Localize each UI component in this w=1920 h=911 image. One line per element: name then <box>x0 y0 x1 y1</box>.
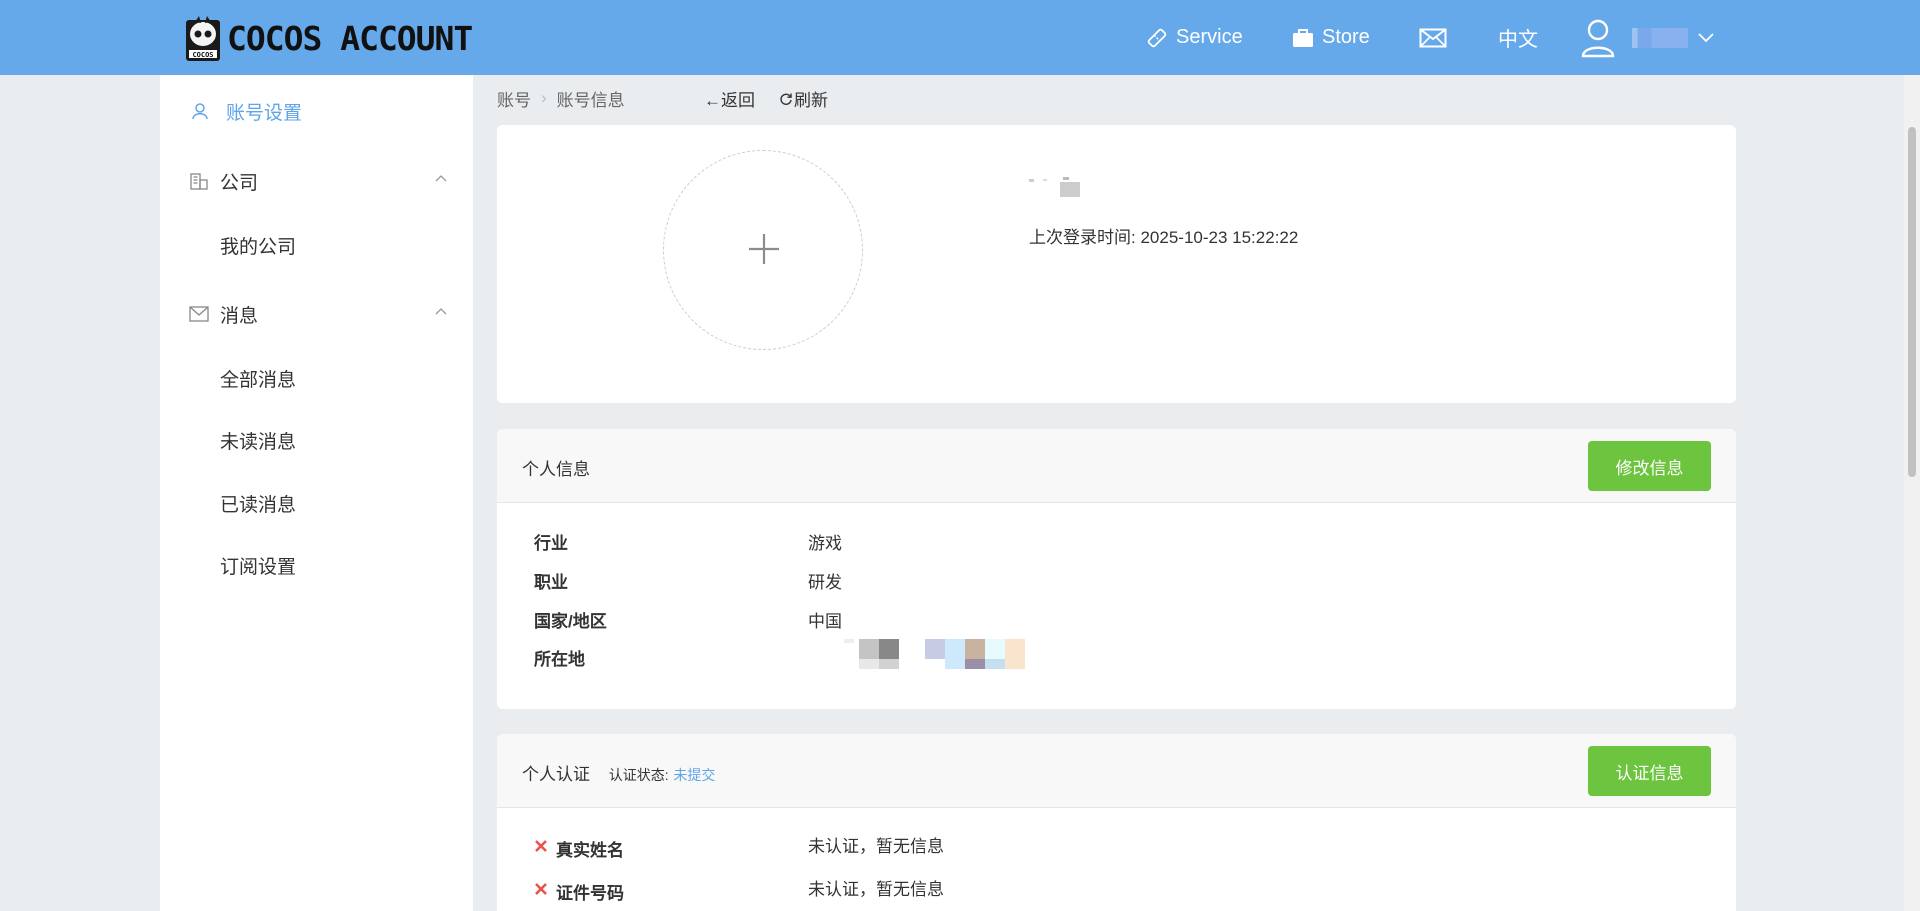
profile-card: 上次登录时间: 2025-10-23 15:22:22 <box>497 125 1736 403</box>
info-key: 真实姓名 <box>556 841 624 860</box>
language-label: 中文 <box>1498 29 1538 51</box>
verification-status-label: 认证状态: <box>608 767 669 783</box>
sidebar-item-subscription-settings[interactable]: 订阅设置 <box>160 545 473 585</box>
sidebar-group-messages[interactable]: 消息 <box>160 294 473 334</box>
verification-status-value: 未提交 <box>673 767 716 783</box>
info-row-occupation: 职业 研发 <box>534 568 1434 598</box>
cross-icon <box>535 883 547 895</box>
sidebar-item-label: 已读消息 <box>220 494 297 516</box>
card-header: 个人认证 认证状态: 未提交 认证信息 <box>497 734 1736 808</box>
chevron-up-icon <box>435 175 447 182</box>
sidebar-item-my-company[interactable]: 我的公司 <box>160 225 473 265</box>
info-value: 中国 <box>808 612 842 631</box>
mail-icon <box>189 306 209 322</box>
last-login-value: 2025-10-23 15:22:22 <box>1140 228 1299 247</box>
briefcase-icon <box>1293 28 1313 47</box>
breadcrumb-actions: ←返回 刷新 <box>704 86 876 111</box>
sidebar-item-read-messages[interactable]: 已读消息 <box>160 483 473 523</box>
verify-row-id-number: 证件号码 未认证，暂无信息 <box>534 879 1434 909</box>
sidebar-item-label: 订阅设置 <box>220 556 297 578</box>
info-value: 未认证，暂无信息 <box>808 880 944 899</box>
page-scrollbar[interactable] <box>1904 75 1920 911</box>
card-title: 个人信息 <box>522 460 590 479</box>
info-value: 未认证，暂无信息 <box>808 837 944 856</box>
ticket-icon <box>1147 28 1167 47</box>
cocos-logo-icon: COCOS <box>186 16 220 61</box>
nav-store-label: Store <box>1322 26 1370 48</box>
edit-info-button[interactable]: 修改信息 <box>1588 441 1711 491</box>
building-icon <box>190 173 208 190</box>
card-title: 个人认证 <box>522 765 590 784</box>
username-redacted <box>1632 27 1688 48</box>
card-header: 个人信息 修改信息 <box>497 429 1736 503</box>
verify-row-real-name: 真实姓名 未认证，暂无信息 <box>534 836 1434 866</box>
breadcrumb-item-account[interactable]: 账号 <box>497 86 531 111</box>
sidebar-item-all-messages[interactable]: 全部消息 <box>160 358 473 398</box>
sidebar-item-account-settings[interactable]: 账号设置 <box>160 91 473 131</box>
breadcrumb-item-account-info: 账号信息 <box>556 90 625 110</box>
info-row-country: 国家/地区 中国 <box>534 607 1434 637</box>
personal-info-card: 个人信息 修改信息 行业 游戏 职业 研发 国家/地区 中国 所在地 <box>497 429 1736 709</box>
info-key: 证件号码 <box>556 884 624 903</box>
info-value: 研发 <box>808 573 842 592</box>
refresh-label: 刷新 <box>794 91 828 110</box>
last-login-time: 上次登录时间: 2025-10-23 15:22:22 <box>1029 223 1298 248</box>
back-button[interactable]: ←返回 <box>704 86 755 111</box>
chevron-down-icon <box>1698 32 1714 42</box>
mail-icon <box>1419 28 1447 47</box>
sidebar: 账号设置 公司 我的公司 消息 全部消息 未读消息 已读消息 订阅设置 <box>160 75 473 911</box>
cross-icon <box>535 840 547 852</box>
avatar-upload[interactable] <box>663 150 863 350</box>
info-value: 游戏 <box>808 534 842 553</box>
info-key: 国家/地区 <box>534 612 607 631</box>
user-avatar-icon <box>1581 19 1615 57</box>
scrollbar-thumb[interactable] <box>1908 127 1916 477</box>
location-redacted <box>844 639 1034 669</box>
nav-service[interactable]: Service <box>1146 0 1243 75</box>
sidebar-group-label: 公司 <box>220 172 259 194</box>
card-title-group: 个人认证 认证状态: 未提交 <box>522 760 715 785</box>
nav-store[interactable]: Store <box>1292 0 1370 75</box>
username-redacted <box>1029 177 1089 197</box>
info-row-industry: 行业 游戏 <box>534 529 1434 559</box>
brand[interactable]: COCOS COCOS ACCOUNT <box>185 14 473 62</box>
chevron-up-icon <box>435 308 447 315</box>
sidebar-group-company[interactable]: 公司 <box>160 161 473 201</box>
info-key: 职业 <box>534 573 568 592</box>
user-menu[interactable] <box>1580 0 1714 75</box>
info-key: 行业 <box>534 534 568 553</box>
sidebar-item-label: 未读消息 <box>220 431 297 453</box>
brand-title: COCOS ACCOUNT <box>227 18 473 58</box>
sidebar-item-label: 账号设置 <box>226 102 303 124</box>
verification-card: 个人认证 认证状态: 未提交 认证信息 真实姓名 未认证，暂无信息 证件号码 未… <box>497 734 1736 911</box>
info-row-location: 所在地 <box>534 639 1434 675</box>
language-switch[interactable]: 中文 <box>1498 0 1538 75</box>
top-bar: COCOS COCOS ACCOUNT Service Store 中文 <box>0 0 1920 75</box>
nav-mail[interactable] <box>1419 0 1447 75</box>
breadcrumb: 账号 › 账号信息 <box>497 84 625 112</box>
verify-info-button[interactable]: 认证信息 <box>1588 746 1711 796</box>
refresh-button[interactable]: 刷新 <box>779 86 852 111</box>
breadcrumb-separator-icon: › <box>541 88 547 107</box>
last-login-label: 上次登录时间: <box>1029 228 1136 247</box>
plus-icon <box>749 234 779 264</box>
nav-service-label: Service <box>1176 26 1243 48</box>
sidebar-item-label: 我的公司 <box>220 236 297 258</box>
refresh-icon <box>780 93 792 105</box>
svg-text:COCOS: COCOS <box>192 51 213 59</box>
info-key: 所在地 <box>534 650 585 669</box>
user-icon <box>192 103 208 120</box>
sidebar-group-label: 消息 <box>220 305 259 327</box>
sidebar-item-unread-messages[interactable]: 未读消息 <box>160 420 473 460</box>
sidebar-item-label: 全部消息 <box>220 369 297 391</box>
